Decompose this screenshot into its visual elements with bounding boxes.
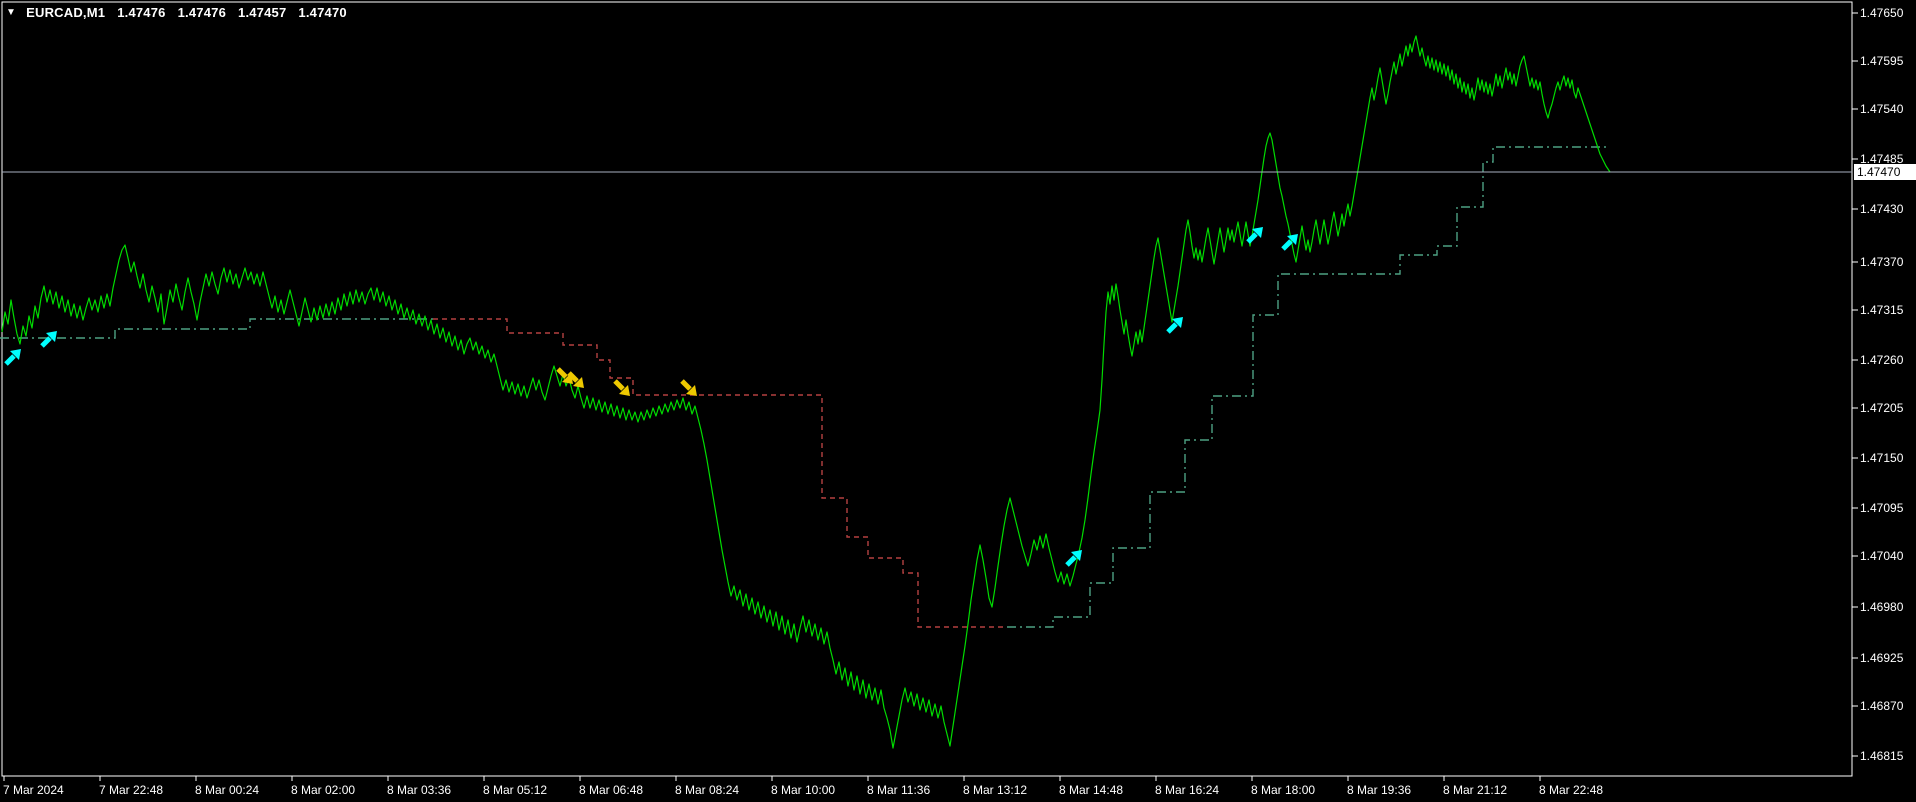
price-line <box>1 35 1611 749</box>
price-label-12: 1.46980 <box>1860 600 1904 614</box>
price-label-14: 1.46870 <box>1860 699 1904 713</box>
trading-chart-window: ▼ EURCAD,M1 1.47476 1.47476 1.47457 1.47… <box>0 0 1916 802</box>
time-label-13: 8 Mar 18:00 <box>1251 783 1316 797</box>
sell-arrow-icon-3-shaft <box>680 379 692 391</box>
time-label-5: 8 Mar 05:12 <box>483 783 548 797</box>
time-label-2: 8 Mar 00:24 <box>195 783 260 797</box>
time-label-1: 7 Mar 22:48 <box>99 783 164 797</box>
time-label-3: 8 Mar 02:00 <box>291 783 356 797</box>
price-label-8: 1.47205 <box>1860 401 1904 415</box>
price-label-6: 1.47315 <box>1860 303 1904 317</box>
down-trend-stop-line <box>433 318 1007 628</box>
time-label-6: 8 Mar 06:48 <box>579 783 644 797</box>
buy-arrow-icon-3-shaft <box>1166 322 1178 334</box>
low-value: 1.47457 <box>238 5 287 20</box>
price-label-11: 1.47040 <box>1860 549 1904 563</box>
price-chart-canvas[interactable] <box>0 0 1916 802</box>
price-label-5: 1.47370 <box>1860 255 1904 269</box>
price-label-15: 1.46815 <box>1860 749 1904 763</box>
buy-arrow-icon-0-shaft <box>4 354 16 366</box>
time-label-0: 7 Mar 2024 <box>3 783 64 797</box>
time-label-9: 8 Mar 11:36 <box>867 783 931 797</box>
time-label-4: 8 Mar 03:36 <box>387 783 452 797</box>
buy-arrow-icon-4-shaft <box>1246 232 1258 244</box>
price-label-10: 1.47095 <box>1860 501 1904 515</box>
buy-arrow-icon-3 <box>1166 317 1183 334</box>
up-trend-stop-2-line <box>1007 146 1607 628</box>
price-label-13: 1.46925 <box>1860 651 1904 665</box>
buy-arrow-icon-0 <box>4 349 21 366</box>
sell-arrow-icon-0-shaft <box>556 367 568 379</box>
price-label-9: 1.47150 <box>1860 451 1904 465</box>
sell-arrow-icon-2 <box>613 379 630 396</box>
price-label-4: 1.47430 <box>1860 202 1904 216</box>
time-label-7: 8 Mar 08:24 <box>675 783 740 797</box>
open-value: 1.47476 <box>117 5 166 20</box>
time-label-16: 8 Mar 22:48 <box>1539 783 1604 797</box>
sell-arrow-icon-2-shaft <box>613 379 625 391</box>
time-label-10: 8 Mar 13:12 <box>963 783 1028 797</box>
buy-arrow-icon-5-shaft <box>1281 239 1293 251</box>
up-trend-stop-1-line <box>0 318 433 339</box>
buy-arrow-icon-1-shaft <box>40 336 52 348</box>
time-label-15: 8 Mar 21:12 <box>1443 783 1508 797</box>
buy-arrow-icon-2 <box>1065 550 1082 567</box>
time-label-8: 8 Mar 10:00 <box>771 783 836 797</box>
buy-arrow-icon-2-shaft <box>1065 555 1077 567</box>
price-label-2: 1.47540 <box>1860 102 1904 116</box>
price-label-0: 1.47650 <box>1860 6 1904 20</box>
current-price-box: 1.47470 <box>1854 164 1916 180</box>
price-label-7: 1.47260 <box>1860 353 1904 367</box>
time-label-11: 8 Mar 14:48 <box>1059 783 1124 797</box>
time-label-12: 8 Mar 16:24 <box>1155 783 1220 797</box>
chart-title: ▼ EURCAD,M1 1.47476 1.47476 1.47457 1.47… <box>6 5 347 20</box>
plot-border <box>1 1 1853 777</box>
symbol-marker-icon: ▼ <box>6 7 17 18</box>
time-label-14: 8 Mar 19:36 <box>1347 783 1412 797</box>
symbol-period-label: EURCAD,M1 <box>26 5 106 20</box>
sell-arrow-icon-3 <box>680 379 697 396</box>
high-value: 1.47476 <box>177 5 227 20</box>
close-value: 1.47470 <box>298 5 347 20</box>
price-label-1: 1.47595 <box>1860 54 1904 68</box>
buy-arrow-icon-4 <box>1246 227 1263 244</box>
buy-arrow-icon-5 <box>1281 234 1298 251</box>
